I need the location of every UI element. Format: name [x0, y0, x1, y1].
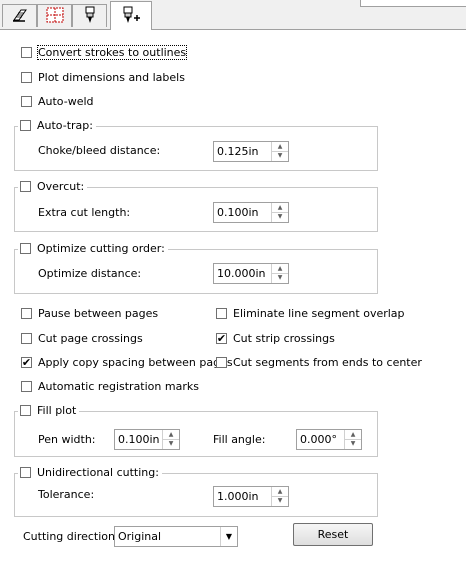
spin-arrows: ▲ ▼: [271, 203, 288, 222]
decrement-arrow-icon[interactable]: ▼: [272, 151, 288, 160]
auto-trap-legend: Auto-trap:: [18, 119, 96, 132]
optimize-checkbox[interactable]: [20, 243, 31, 254]
unidirectional-label[interactable]: Unidirectional cutting:: [37, 466, 159, 479]
decrement-arrow-icon[interactable]: ▼: [272, 212, 288, 221]
decrement-arrow-icon[interactable]: ▼: [272, 496, 288, 505]
auto-weld-checkbox[interactable]: [21, 96, 32, 107]
unidirectional-legend: Unidirectional cutting:: [18, 466, 162, 479]
tab-page-setup[interactable]: [2, 4, 37, 27]
optimize-label[interactable]: Optimize cutting order:: [37, 242, 165, 255]
spin-arrows: ▲ ▼: [271, 487, 288, 506]
tolerance-label: Tolerance:: [38, 488, 95, 501]
auto-trap-checkbox[interactable]: [20, 120, 31, 131]
spin-arrows: ▲ ▼: [344, 430, 361, 449]
fill-angle-value[interactable]: 0.000°: [300, 433, 337, 446]
optimize-distance-label: Optimize distance:: [38, 267, 142, 280]
check-mark: ✔: [216, 332, 227, 345]
choke-bleed-stepper[interactable]: 0.125in ▲ ▼: [213, 141, 289, 162]
apply-copy-spacing-label[interactable]: Apply copy spacing between pages: [38, 356, 233, 369]
decrement-arrow-icon[interactable]: ▼: [272, 273, 288, 282]
auto-trap-label[interactable]: Auto-trap:: [37, 119, 93, 132]
pen-width-label: Pen width:: [38, 433, 96, 446]
cut-strip-crossings-label[interactable]: Cut strip crossings: [233, 332, 335, 345]
fill-angle-label: Fill angle:: [213, 433, 266, 446]
extra-cut-length-stepper[interactable]: 0.100in ▲ ▼: [213, 202, 289, 223]
spin-arrows: ▲ ▼: [162, 430, 179, 449]
unidirectional-checkbox[interactable]: [20, 467, 31, 478]
tab-tiling[interactable]: [37, 4, 72, 27]
convert-strokes-checkbox[interactable]: [21, 47, 32, 58]
spin-arrows: ▲ ▼: [271, 264, 288, 283]
plot-dimensions-label[interactable]: Plot dimensions and labels: [38, 71, 185, 84]
eliminate-overlap-checkbox[interactable]: [216, 308, 227, 319]
reset-button[interactable]: Reset: [293, 523, 373, 546]
decrement-arrow-icon[interactable]: ▼: [163, 439, 179, 448]
choke-bleed-label: Choke/bleed distance:: [38, 144, 161, 157]
optimize-legend: Optimize cutting order:: [18, 242, 168, 255]
overcut-legend: Overcut:: [18, 180, 88, 193]
overcut-checkbox[interactable]: [20, 181, 31, 192]
fill-plot-label[interactable]: Fill plot: [37, 404, 76, 417]
tab-cutter[interactable]: [72, 4, 107, 27]
extra-cut-length-label: Extra cut length:: [38, 206, 131, 219]
apply-copy-spacing-checkbox[interactable]: ✔: [21, 357, 32, 368]
top-right-panel-edge: [360, 0, 466, 7]
fill-angle-stepper[interactable]: 0.000° ▲ ▼: [296, 429, 362, 450]
reset-button-label: Reset: [317, 528, 349, 541]
pen-width-stepper[interactable]: 0.100in ▲ ▼: [114, 429, 180, 450]
cutting-direction-select[interactable]: Original ▼: [114, 526, 238, 547]
optimize-distance-stepper[interactable]: 10.000in ▲ ▼: [213, 263, 289, 284]
extra-cut-length-value[interactable]: 0.100in: [217, 206, 259, 219]
pause-between-pages-label[interactable]: Pause between pages: [38, 307, 158, 320]
fill-plot-checkbox[interactable]: [20, 405, 31, 416]
auto-registration-checkbox[interactable]: [21, 381, 32, 392]
overcut-label[interactable]: Overcut:: [37, 180, 84, 193]
decrement-arrow-icon[interactable]: ▼: [345, 439, 361, 448]
spin-arrows: ▲ ▼: [271, 142, 288, 161]
tolerance-value[interactable]: 1.000in: [217, 490, 259, 503]
cut-from-ends-label[interactable]: Cut segments from ends to center: [233, 356, 422, 369]
chevron-down-icon[interactable]: ▼: [220, 527, 237, 546]
eliminate-overlap-label[interactable]: Eliminate line segment overlap: [233, 307, 405, 320]
tab-cutter-advanced[interactable]: [110, 1, 152, 30]
cutter-plus-icon: [120, 6, 142, 27]
cutter-icon: [81, 6, 99, 27]
cut-strip-crossings-checkbox[interactable]: ✔: [216, 333, 227, 344]
pen-width-value[interactable]: 0.100in: [118, 433, 160, 446]
choke-bleed-value[interactable]: 0.125in: [217, 145, 259, 158]
auto-weld-label[interactable]: Auto-weld: [38, 95, 94, 108]
tile-grid-icon: [45, 6, 65, 27]
optimize-distance-value[interactable]: 10.000in: [217, 267, 266, 280]
cutting-direction-label: Cutting direction:: [23, 530, 119, 543]
cut-page-crossings-checkbox[interactable]: [21, 333, 32, 344]
plot-dimensions-checkbox[interactable]: [21, 72, 32, 83]
auto-registration-label[interactable]: Automatic registration marks: [38, 380, 199, 393]
fill-plot-legend: Fill plot: [18, 404, 80, 417]
cut-from-ends-checkbox[interactable]: [216, 357, 227, 368]
page-setup-icon: [11, 7, 29, 26]
convert-strokes-label[interactable]: Convert strokes to outlines: [36, 45, 188, 60]
check-mark: ✔: [21, 356, 32, 369]
tolerance-stepper[interactable]: 1.000in ▲ ▼: [213, 486, 289, 507]
cutting-direction-value[interactable]: Original: [118, 530, 161, 543]
pause-between-pages-checkbox[interactable]: [21, 308, 32, 319]
cut-page-crossings-label[interactable]: Cut page crossings: [38, 332, 143, 345]
